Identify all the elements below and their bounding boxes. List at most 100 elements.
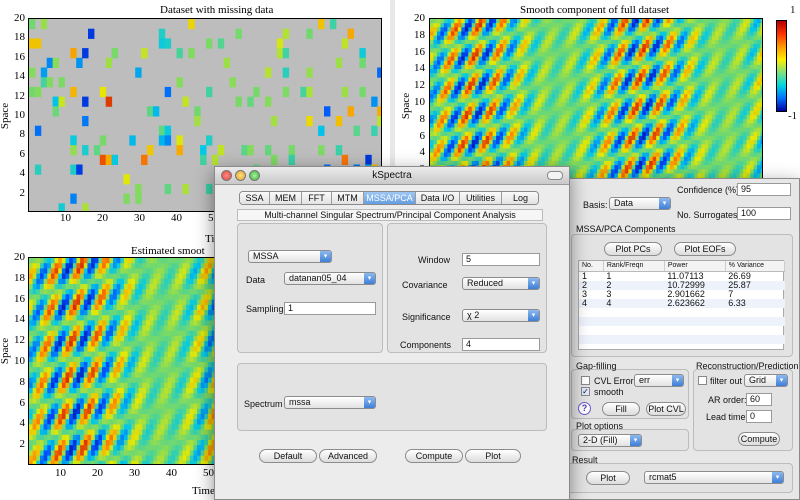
lead-time-label: Lead time: xyxy=(706,412,749,422)
tick-label: 10 xyxy=(60,212,71,224)
window-field[interactable]: 5 xyxy=(462,253,540,266)
column-header[interactable]: Rank/Freqn xyxy=(603,261,665,272)
tab-mssa-pca[interactable]: MSSA/PCA xyxy=(364,192,416,204)
components-field[interactable]: 4 xyxy=(462,338,540,351)
result-title: Result xyxy=(572,455,598,465)
covariance-select[interactable]: Reduced ▾ xyxy=(462,277,540,290)
table-row-empty xyxy=(579,326,785,335)
plot-options-title: Plot options xyxy=(576,421,624,431)
filter-out-checkbox[interactable] xyxy=(698,376,707,385)
spectrum-group: Spectrum mssa ▾ xyxy=(237,363,547,431)
tick-label: 20 xyxy=(14,12,25,24)
err-value: err xyxy=(639,375,650,385)
tick-label: 4 xyxy=(419,146,426,159)
tab-data-i-o[interactable]: Data I/O xyxy=(416,192,460,204)
ar-order-field[interactable]: 60 xyxy=(746,393,772,406)
result-plot-button[interactable]: Plot xyxy=(586,471,630,485)
chevron-down-icon: ▾ xyxy=(320,251,331,262)
tick-label: 4 xyxy=(19,167,26,180)
spectrum-select[interactable]: mssa ▾ xyxy=(284,396,376,409)
parameters-group: Window 5 Covariance Reduced ▾ Significanc… xyxy=(387,223,547,353)
tick-label: 16 xyxy=(14,292,25,305)
chevron-down-icon: ▾ xyxy=(630,435,641,446)
err-select[interactable]: err ▾ xyxy=(634,374,684,387)
tick-label: 50 xyxy=(203,467,214,479)
tick-label: 18 xyxy=(14,271,25,284)
column-header[interactable]: Power xyxy=(664,261,726,272)
table-cell: 2.623662 xyxy=(667,297,705,308)
significance-value: χ 2 xyxy=(467,310,480,320)
method-group: MSSA ▾ Data datanan05_04 ▾ Sampling 1 xyxy=(237,223,383,353)
grid-select[interactable]: Grid ▾ xyxy=(744,374,788,387)
section-title: Multi-channel Singular Spectrum/Principa… xyxy=(237,209,543,221)
x-axis-label: Time xyxy=(192,485,215,497)
fill-button[interactable]: Fill xyxy=(602,402,640,416)
filter-out-label: filter out xyxy=(710,376,743,386)
tick-label: 20 xyxy=(92,467,103,479)
plot-window-estimated-smooth: Estimated smoot Space 20 18 16 14 12 10 8 6 4 2 1… xyxy=(0,245,218,500)
tick-label: 4 xyxy=(19,417,26,430)
table-cell: 25.87 xyxy=(728,279,751,290)
table-row-empty xyxy=(579,334,785,344)
tick-label: 14 xyxy=(14,313,25,326)
plot-title: Smooth component of full dataset xyxy=(520,4,670,16)
tick-label: 40 xyxy=(171,212,182,224)
method-value: MSSA xyxy=(253,251,279,261)
tick-label: 6 xyxy=(19,147,26,160)
tab-log[interactable]: Log xyxy=(502,192,538,204)
plot-window-smooth-component: Smooth component of full dataset Space 2… xyxy=(395,0,800,185)
tick-label: 14 xyxy=(414,62,425,75)
chevron-down-icon: ▾ xyxy=(772,472,783,483)
colorbar xyxy=(776,20,787,112)
column-header[interactable]: No. xyxy=(579,261,604,272)
plot-pcs-button[interactable]: Plot PCs xyxy=(604,242,662,256)
window-label: Window xyxy=(418,255,451,265)
plot-title: Estimated smoot xyxy=(131,245,205,257)
advanced-button[interactable]: Advanced xyxy=(319,449,377,463)
gap-filling-title: Gap-filling xyxy=(576,361,617,371)
result-select[interactable]: rcmat5 ▾ xyxy=(644,471,784,484)
plot-button[interactable]: Plot xyxy=(465,449,521,463)
tick-label: 20 xyxy=(414,12,425,24)
tab-fft[interactable]: FFT xyxy=(302,192,332,204)
components-table: No. Rank/Freqn Power% Variance 1 1 11.07113 2… xyxy=(579,261,786,353)
table-row-empty xyxy=(579,308,785,317)
table-cell: 4 xyxy=(606,297,612,308)
table-row[interactable]: 4 4 2.623662 6.33 xyxy=(579,297,785,308)
default-button[interactable]: Default xyxy=(259,449,317,463)
plot-cvl-button[interactable]: Plot CVL xyxy=(646,402,686,416)
tab-mem[interactable]: MEM xyxy=(270,192,302,204)
method-select[interactable]: MSSA ▾ xyxy=(248,250,332,263)
covariance-label: Covariance xyxy=(402,280,448,290)
chevron-down-icon: ▾ xyxy=(528,278,539,289)
significance-select[interactable]: χ 2 ▾ xyxy=(462,309,540,322)
reconstruction-compute-button[interactable]: Compute xyxy=(738,432,780,446)
lead-time-field[interactable]: 0 xyxy=(746,410,772,423)
plot-title: Dataset with missing data xyxy=(160,4,274,16)
mssa-options-panel: Confidence (%): 95 Basis: Data ▾ No. Surr… xyxy=(560,178,800,500)
tab-mtm[interactable]: MTM xyxy=(332,192,364,204)
gap-filling-help-icon[interactable]: ? xyxy=(578,402,591,415)
smooth-checkbox[interactable]: ✓ xyxy=(581,387,590,396)
toolbar-toggle[interactable] xyxy=(547,171,563,180)
spectrum-value: mssa xyxy=(289,397,311,407)
basis-select[interactable]: Data ▾ xyxy=(609,197,671,210)
table-header: No. Rank/Freqn Power% Variance xyxy=(579,261,786,272)
plot-eofs-button[interactable]: Plot EOFs xyxy=(674,242,736,256)
tick-label: 30 xyxy=(129,467,140,479)
cvl-error-checkbox[interactable] xyxy=(581,376,590,385)
compute-button[interactable]: Compute xyxy=(405,449,463,463)
surrogates-field[interactable]: 100 xyxy=(737,207,791,220)
reconstruction-title: Reconstruction/Prediction xyxy=(696,361,799,371)
confidence-field[interactable]: 95 xyxy=(737,183,791,196)
sampling-field[interactable]: 1 xyxy=(284,302,376,315)
plot-options-select[interactable]: 2-D (Fill) ▾ xyxy=(578,434,642,447)
tab-utilities[interactable]: Utilities xyxy=(460,192,502,204)
tick-label: 10 xyxy=(14,109,25,121)
tick-label: 20 xyxy=(14,251,25,263)
column-header[interactable]: % Variance xyxy=(725,261,786,272)
table-row-empty xyxy=(579,344,785,353)
tick-label: 2 xyxy=(19,438,26,451)
data-select[interactable]: datanan05_04 ▾ xyxy=(284,272,376,285)
tab-ssa[interactable]: SSA xyxy=(240,192,270,204)
